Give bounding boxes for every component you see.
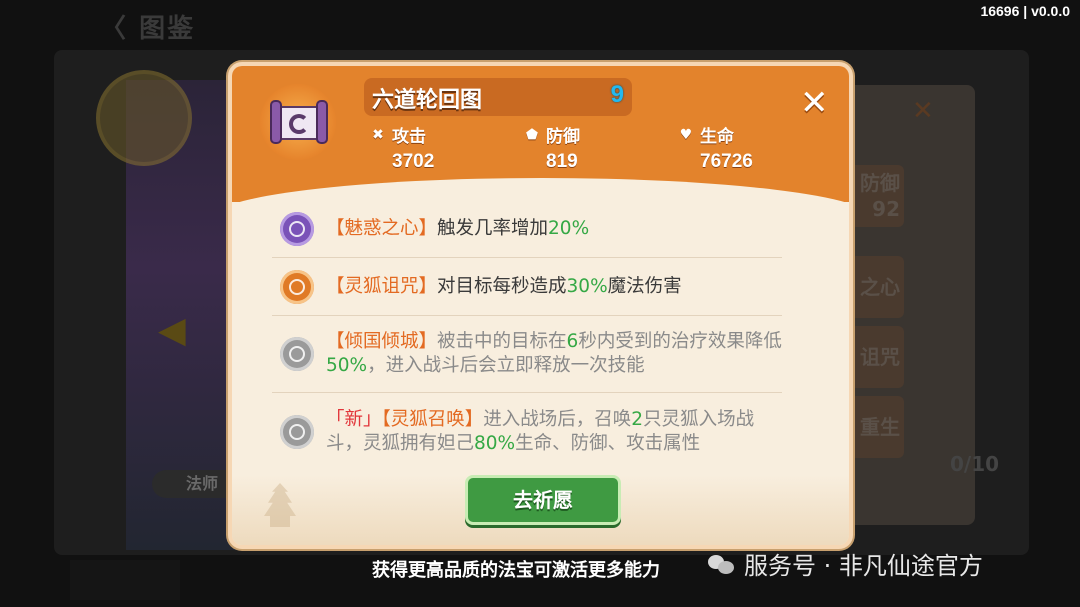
wechat-icon (708, 553, 736, 575)
skill-row-4: 「新」【灵狐召唤】进入战场后，召唤2只灵狐入场战斗，灵狐拥有妲己80%生命、防御… (272, 393, 782, 470)
version-label: 16696 | v0.0.0 (980, 3, 1070, 19)
back-title[interactable]: 〈 图鉴 (100, 8, 195, 45)
background-tab-3: 诅咒 (848, 326, 904, 388)
skill-list: 【魅惑之心】触发几率增加20% 【灵狐诅咒】对目标每秒造成30%魔法伤害 【倾国… (272, 200, 782, 470)
watermark-text: 服务号 · 非凡仙途官方 (744, 552, 983, 580)
stat-label: 生命 (700, 127, 734, 147)
skill-curse-icon (280, 269, 314, 304)
stat-value: 819 (546, 151, 578, 172)
skill-charm-icon (280, 211, 314, 246)
background-bottom-block (70, 560, 180, 600)
treasure-medal-icon (96, 70, 192, 166)
skill-description: 【倾国倾城】被击中的目标在6秒内受到的治疗效果降低50%，进入战斗后会立即释放一… (326, 331, 782, 376)
stat-value: 3702 (392, 151, 435, 172)
background-close-icon: ✕ (912, 96, 934, 126)
background-tab-1: 防御 92 (848, 165, 904, 227)
prev-arrow-icon[interactable]: ◀ (158, 310, 186, 351)
collection-count: 0/10 (950, 452, 1000, 476)
close-button[interactable]: ✕ (800, 86, 829, 120)
back-arrow-icon: 〈 (100, 14, 140, 44)
skill-locked-icon (280, 337, 314, 371)
new-tag: 「新」 (326, 408, 382, 430)
stat-label: 防御 (546, 127, 580, 147)
scroll-paper (276, 106, 320, 140)
skill-description: 【灵狐诅咒】对目标每秒造成30%魔法伤害 (326, 275, 682, 297)
treasure-name: 六道轮回图 (372, 88, 483, 113)
skill-description: 【魅惑之心】触发几率增加20% (326, 217, 590, 239)
scroll-icon (260, 84, 336, 160)
stat-value: 76726 (700, 151, 753, 172)
treasure-detail-dialog: 六道轮回图 9 ✕ ✖ 攻击 3702 ⬟ 防御 819 ♥ 生命 76726 【魅惑… (228, 62, 853, 549)
background-tab-2: 之心 (848, 256, 904, 318)
stat-attack: ✖ 攻击 3702 (370, 122, 434, 173)
stat-defense: ⬟ 防御 819 (524, 122, 580, 173)
swirl-icon (289, 114, 309, 134)
watermark: 服务号 · 非凡仙途官方 (708, 546, 983, 581)
title-bar: 六道轮回图 9 (364, 78, 632, 116)
scroll-roller-left (270, 100, 282, 144)
skill-row-1: 【魅惑之心】触发几率增加20% (272, 200, 782, 258)
attack-icon: ✖ (372, 126, 384, 143)
hint-caption: 获得更高品质的法宝可激活更多能力 (372, 560, 660, 581)
pray-button[interactable]: 去祈愿 (465, 475, 621, 525)
skill-row-2: 【灵狐诅咒】对目标每秒造成30%魔法伤害 (272, 258, 782, 316)
level-badge: 9 (610, 81, 624, 108)
skill-row-3: 【倾国倾城】被击中的目标在6秒内受到的治疗效果降低50%，进入战斗后会立即释放一… (272, 316, 782, 393)
skill-locked-icon (280, 414, 314, 449)
background-tab-4: 重生 (848, 396, 904, 458)
skill-description: 「新」【灵狐召唤】进入战场后，召唤2只灵狐入场战斗，灵狐拥有妲己80%生命、防御… (326, 408, 755, 454)
scroll-roller-right (316, 100, 328, 144)
stat-label: 攻击 (392, 127, 426, 147)
close-icon: ✕ (800, 83, 829, 123)
shield-icon: ⬟ (525, 126, 539, 143)
heart-icon: ♥ (679, 126, 693, 143)
stat-health: ♥ 生命 76726 (678, 122, 753, 173)
